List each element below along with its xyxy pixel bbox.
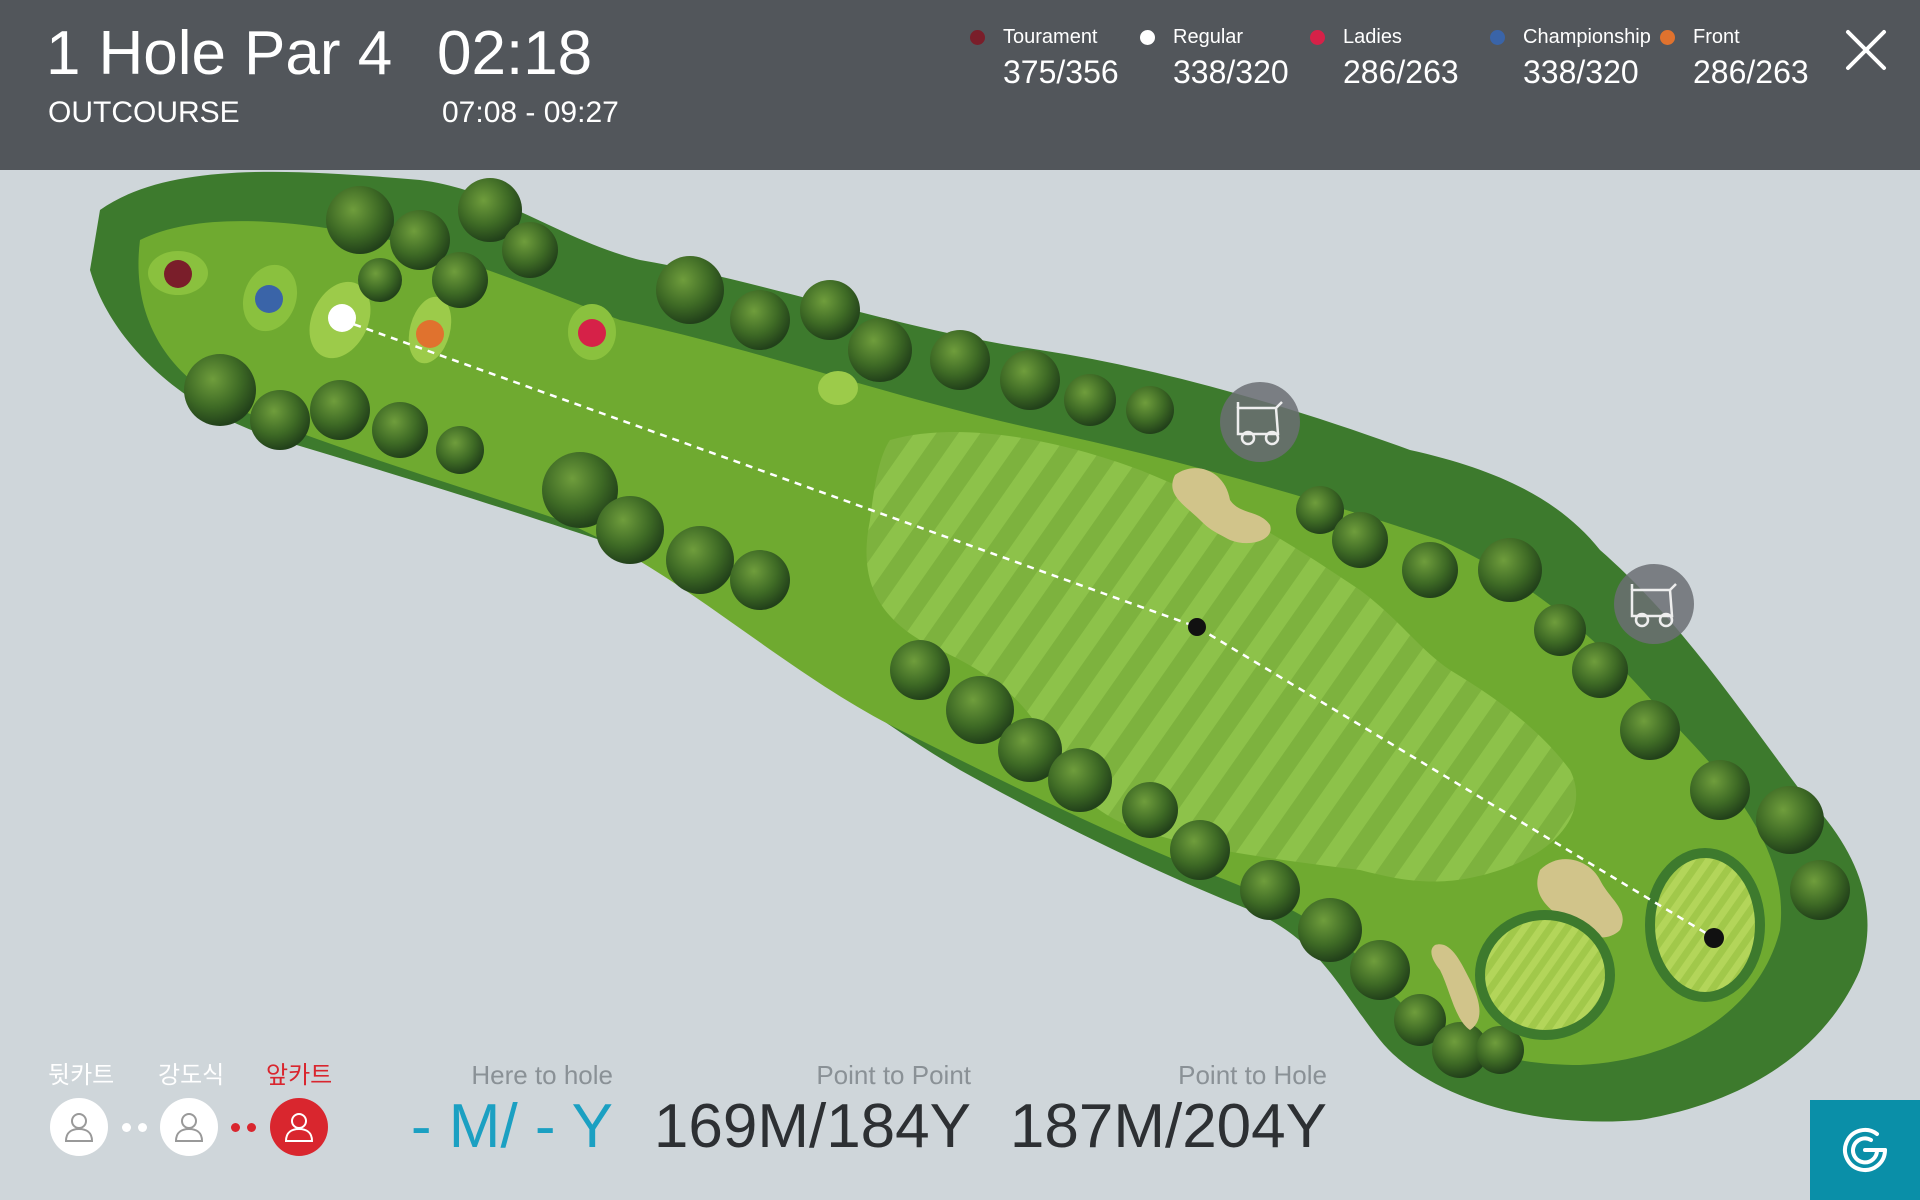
connector-dot	[231, 1123, 240, 1132]
user-icon	[64, 1113, 94, 1142]
tee-pad	[818, 371, 858, 405]
tee-distance: 338/320	[1173, 54, 1289, 90]
point-to-hole-label: Point to Hole	[1178, 1060, 1327, 1090]
header-bar: 1 Hole Par 4 02:18 OUTCOURSE 07:08 - 09:27…	[0, 0, 1920, 170]
here-to-hole-value: - M/ - Y	[410, 1092, 613, 1161]
tee-marker-regular[interactable]	[328, 304, 356, 332]
close-button[interactable]	[1842, 26, 1890, 74]
tee-time-range: 07:08 - 09:27	[442, 96, 619, 129]
player-label-rear-cart: 뒷카트	[48, 1062, 115, 1089]
point-to-point-label: Point to Point	[816, 1060, 971, 1090]
connector-dot	[138, 1123, 147, 1132]
tee-distance: 375/356	[1003, 54, 1119, 90]
app-logo-button[interactable]	[1810, 1100, 1920, 1200]
putting-green	[1645, 848, 1765, 1002]
connector-dot	[247, 1123, 256, 1132]
tee-marker-tourament[interactable]	[164, 260, 192, 288]
close-icon	[1846, 30, 1886, 70]
hole-word: Hole	[98, 19, 226, 88]
putting-green-alt	[1475, 910, 1615, 1040]
avatar-self[interactable]	[160, 1098, 218, 1156]
tee-distance: 286/263	[1343, 54, 1459, 90]
golf-cart-icon[interactable]	[1614, 564, 1694, 644]
tee-marker-championship[interactable]	[255, 285, 283, 313]
tee-name: Front	[1693, 26, 1740, 48]
point-to-hole-value: 187M/204Y	[1009, 1092, 1327, 1161]
tee-name: Ladies	[1343, 26, 1402, 48]
tee-marker-front[interactable]	[416, 320, 444, 348]
tee-dot	[970, 30, 985, 45]
hole-map[interactable]	[0, 170, 1920, 1200]
tee-name: Championship	[1523, 26, 1651, 48]
target-point[interactable]	[1188, 618, 1206, 636]
user-icon	[284, 1113, 314, 1142]
tee-marker-ladies[interactable]	[578, 319, 606, 347]
tee-distance: 286/263	[1693, 54, 1809, 90]
tee-dot	[1310, 30, 1325, 45]
app-logo-icon	[1843, 1128, 1887, 1172]
player-label-front-cart: 앞카트	[266, 1062, 333, 1089]
hole-number: 1	[46, 19, 81, 88]
golf-cart-icon[interactable]	[1220, 382, 1300, 462]
tee-dot	[1140, 30, 1155, 45]
here-to-hole-label: Here to hole	[471, 1060, 613, 1090]
connector-dot	[122, 1123, 131, 1132]
user-icon	[174, 1113, 204, 1142]
pin-marker[interactable]	[1704, 928, 1724, 948]
avatar-front-cart[interactable]	[270, 1098, 328, 1156]
course-name: OUTCOURSE	[48, 96, 240, 129]
tee-dot	[1660, 30, 1675, 45]
tee-distance: 338/320	[1523, 54, 1639, 90]
hole-title: 1 Hole Par 4	[46, 18, 410, 90]
tee-dot	[1490, 30, 1505, 45]
tee-name: Regular	[1173, 26, 1244, 48]
tee-name: Tourament	[1003, 26, 1098, 48]
avatar-rear-cart[interactable]	[50, 1098, 108, 1156]
elapsed-time: 02:18	[437, 19, 593, 88]
point-to-point-value: 169M/184Y	[653, 1092, 971, 1161]
par-label: Par 4	[244, 19, 393, 88]
player-label-self: 강도식	[158, 1062, 225, 1089]
